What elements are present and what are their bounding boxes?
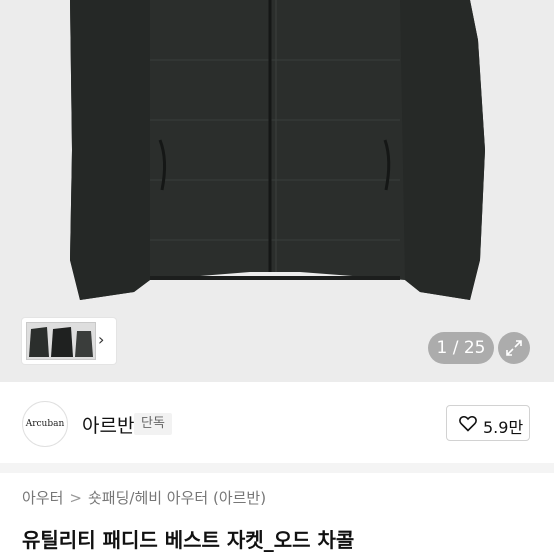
expand-icon [506, 340, 522, 356]
product-image-gallery[interactable]: › 1 / 25 [0, 0, 554, 382]
brand-logo[interactable]: Arcuban [22, 401, 68, 447]
breadcrumb-item-outer[interactable]: 아우터 [22, 489, 63, 507]
brand-name[interactable]: 아르반 [82, 411, 134, 438]
section-divider [0, 463, 554, 473]
breadcrumb-item-category[interactable]: 숏패딩/헤비 아우터 (아르반) [88, 489, 266, 507]
brand-row: Arcuban 아르반 단독 5.9만 [0, 383, 554, 463]
heart-icon [459, 415, 477, 432]
like-count: 5.9만 [483, 418, 524, 437]
thumbnail-image[interactable] [26, 322, 96, 360]
image-counter: 1 / 25 [428, 332, 494, 364]
exclusive-badge: 단독 [134, 413, 172, 435]
chevron-right-icon[interactable]: › [98, 330, 110, 350]
like-button[interactable]: 5.9만 [446, 405, 530, 441]
breadcrumb-separator-icon: > [69, 489, 82, 507]
product-title: 유틸리티 패디드 베스트 자켓_오드 차콜 [22, 528, 355, 552]
breadcrumb: 아우터 > 숏패딩/헤비 아우터 (아르반) [22, 487, 266, 508]
expand-button[interactable] [498, 332, 530, 364]
thumbnail-strip[interactable]: › [22, 318, 116, 364]
